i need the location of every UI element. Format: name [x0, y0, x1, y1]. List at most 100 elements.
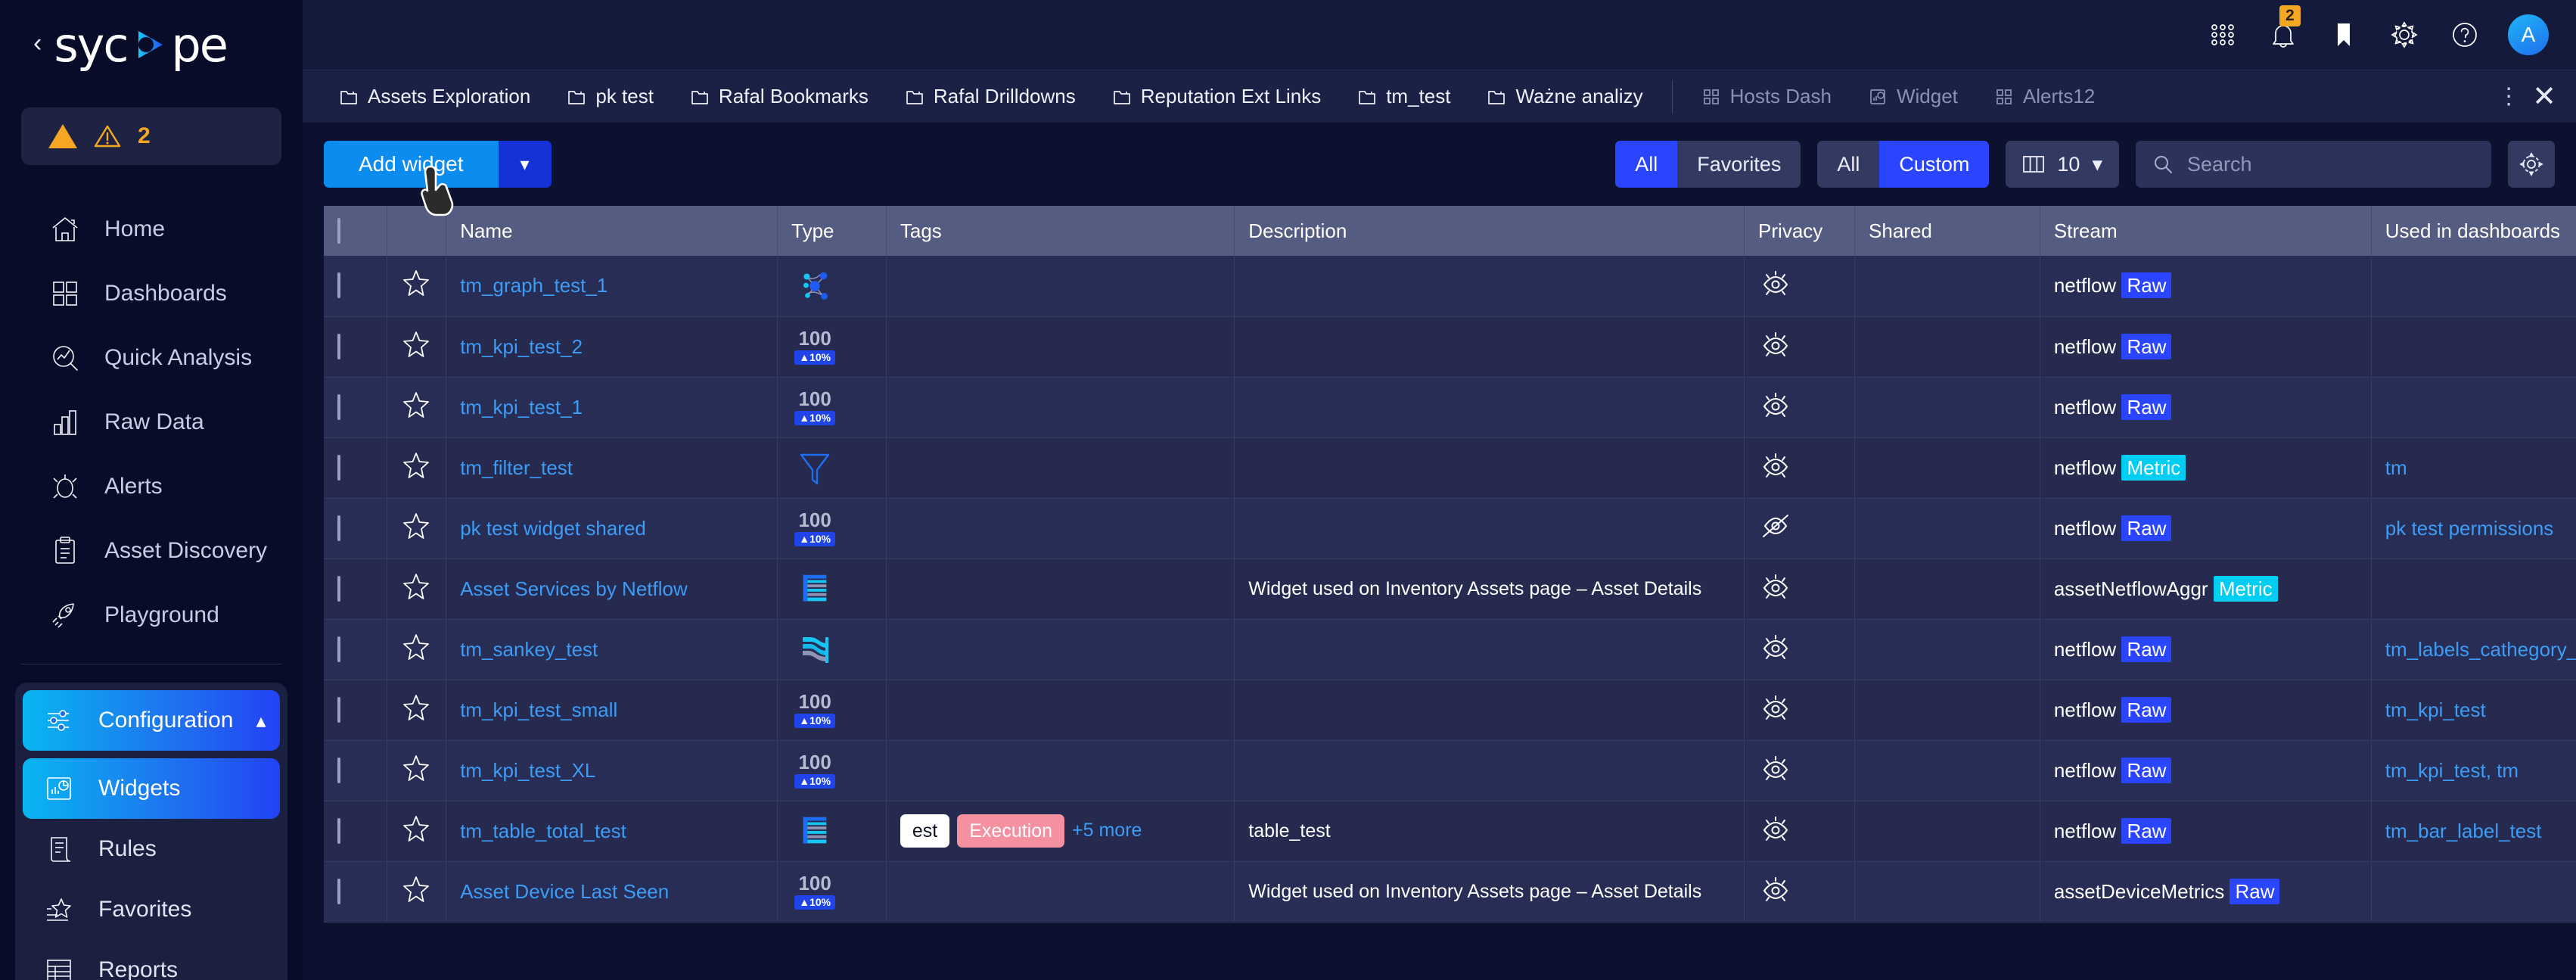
table-row[interactable]: Asset Device Last Seen 100 ▲10% Widget used… — [324, 861, 2576, 922]
table-row[interactable]: tm_kpi_test_1100▲10%netflow Raw⋮ — [324, 377, 2576, 438]
column-header-privacy[interactable]: Privacy — [1744, 206, 1856, 256]
bell-notifications-icon[interactable]: 2 — [2266, 5, 2301, 52]
star-icon[interactable] — [401, 270, 431, 303]
tab-reputation-ext-links[interactable]: Reputation Ext Links — [1094, 70, 1339, 123]
sidebar-item-alerts[interactable]: Alerts — [21, 454, 281, 518]
star-icon[interactable] — [401, 633, 431, 667]
column-header-name[interactable]: Name — [446, 206, 778, 256]
eye-visible-icon[interactable] — [1758, 453, 1793, 485]
eye-visible-icon[interactable] — [1758, 634, 1793, 667]
sidebar-item-configuration[interactable]: Configuration ▴ — [23, 690, 280, 751]
tab-tm-test[interactable]: tm_test — [1339, 70, 1468, 123]
column-header-type[interactable]: Type — [777, 206, 887, 256]
star-icon[interactable] — [401, 573, 431, 606]
widget-name-link[interactable]: tm_graph_test_1 — [460, 274, 607, 297]
table-row[interactable]: Asset Services by Netflow Widget used on … — [324, 558, 2576, 620]
sidebar-item-raw-data[interactable]: Raw Data — [21, 390, 281, 454]
star-icon[interactable] — [401, 512, 431, 546]
row-checkbox-icon[interactable] — [337, 333, 340, 359]
eye-visible-icon[interactable] — [1758, 574, 1793, 606]
sidebar-item-quick-analysis[interactable]: Quick Analysis — [21, 325, 281, 390]
widget-name-link[interactable]: tm_sankey_test — [460, 638, 598, 661]
table-settings-button[interactable] — [2508, 141, 2555, 188]
star-icon[interactable] — [401, 754, 431, 788]
apps-grid-icon[interactable] — [2205, 17, 2240, 52]
eye-visible-icon[interactable] — [1758, 392, 1793, 425]
sidebar-item-asset-discovery[interactable]: Asset Discovery — [21, 518, 281, 583]
add-widget-button[interactable]: Add widget ▾ — [324, 141, 552, 188]
star-icon[interactable] — [401, 694, 431, 727]
dashboard-link[interactable]: tm_labels_cathegory_test — [2385, 638, 2576, 661]
widget-name-link[interactable]: Asset Device Last Seen — [460, 880, 669, 903]
chevron-down-icon[interactable]: ▾ — [2092, 153, 2102, 176]
eye-visible-icon[interactable] — [1758, 876, 1793, 909]
eye-hidden-icon[interactable] — [1758, 514, 1793, 546]
tab-widget[interactable]: Widget — [1850, 70, 1976, 123]
widget-name-link[interactable]: tm_kpi_test_XL — [460, 759, 595, 782]
row-checkbox-icon[interactable] — [337, 454, 340, 481]
sidebar-item-home[interactable]: Home — [21, 197, 281, 261]
eye-visible-icon[interactable] — [1758, 695, 1793, 727]
dashboard-link[interactable]: tm_kpi_test, tm — [2385, 759, 2519, 782]
table-row[interactable]: tm_table_total_test est Execution +5 more ta… — [324, 801, 2576, 862]
column-header-tags[interactable]: Tags — [886, 206, 1235, 256]
widget-name-link[interactable]: tm_kpi_test_small — [460, 698, 617, 721]
add-widget-dropdown-chevron-down-icon[interactable]: ▾ — [498, 141, 552, 188]
row-checkbox-icon[interactable] — [337, 636, 340, 662]
tab-alerts12[interactable]: Alerts12 — [1976, 70, 2113, 123]
tab-rafal-drilldowns[interactable]: Rafal Drilldowns — [887, 70, 1094, 123]
widget-name-link[interactable]: tm_filter_test — [460, 456, 573, 479]
eye-visible-icon[interactable] — [1758, 331, 1793, 364]
sidebar-item-playground[interactable]: Playground — [21, 583, 281, 647]
widget-name-link[interactable]: Asset Services by Netflow — [460, 577, 688, 600]
table-row[interactable]: tm_filter_testnetflow Metrictm⋮ — [324, 437, 2576, 499]
table-row[interactable]: tm_sankey_test netflow Raw tm_labels_cathe… — [324, 619, 2576, 680]
dashboard-link[interactable]: tm_bar_label_test — [2385, 820, 2542, 842]
table-row[interactable]: tm_kpi_test_small 100 ▲10% netflow Raw tm_kp… — [324, 680, 2576, 741]
type-option-custom[interactable]: Custom — [1879, 141, 1990, 188]
tags-more-link[interactable]: +5 more — [1072, 820, 1142, 841]
widget-name-link[interactable]: pk test widget shared — [460, 517, 646, 540]
type-toggle[interactable]: All Custom — [1817, 141, 1990, 188]
eye-visible-icon[interactable] — [1758, 816, 1793, 848]
table-row[interactable]: tm_graph_test_1netflow Raw⋮ — [324, 256, 2576, 317]
sidebar-item-reports[interactable]: Reports — [23, 940, 280, 980]
scope-option-all[interactable]: All — [1615, 141, 1678, 188]
row-checkbox-icon[interactable] — [337, 878, 340, 904]
sidebar-item-rules[interactable]: Rules — [23, 819, 280, 879]
column-header-used-in-dashboards[interactable]: Used in dashboards — [2371, 206, 2576, 256]
tag-chip[interactable]: Execution — [957, 814, 1065, 848]
column-header-stream[interactable]: Stream — [2040, 206, 2372, 256]
tab-assets-exploration[interactable]: Assets Exploration — [321, 70, 548, 123]
close-x-icon[interactable]: ✕ — [2532, 79, 2556, 114]
chevron-up-icon[interactable]: ▴ — [256, 709, 266, 733]
tab-rafal-bookmarks[interactable]: Rafal Bookmarks — [672, 70, 887, 123]
star-icon[interactable] — [401, 391, 431, 425]
page-size-selector[interactable]: 10 ▾ — [2006, 141, 2119, 188]
widget-name-link[interactable]: tm_kpi_test_2 — [460, 335, 583, 358]
avatar[interactable]: A — [2508, 14, 2549, 55]
row-checkbox-icon[interactable] — [337, 575, 340, 602]
widgets-table-container[interactable]: Name Type Tags Description Privacy Share… — [303, 206, 2576, 980]
type-option-all[interactable]: All — [1817, 141, 1879, 188]
brand-logo[interactable]: ‹ syc pe — [0, 0, 303, 89]
bookmark-icon[interactable] — [2326, 17, 2361, 52]
table-row[interactable]: pk test widget shared 100 ▲10% netflow Raw p… — [324, 498, 2576, 559]
tab-pk-test[interactable]: pk test — [548, 70, 672, 123]
dashboard-link[interactable]: tm_kpi_test — [2385, 698, 2486, 721]
column-header-description[interactable]: Description — [1234, 206, 1745, 256]
sidebar-item-dashboards[interactable]: Dashboards — [21, 261, 281, 325]
table-row[interactable]: tm_kpi_test_2100▲10%netflow Raw⋮ — [324, 316, 2576, 378]
collapse-sidebar-chevron-left-icon[interactable]: ‹ — [33, 30, 42, 56]
widget-name-link[interactable]: tm_table_total_test — [460, 820, 626, 842]
eye-visible-icon[interactable] — [1758, 755, 1793, 788]
dashboard-link[interactable]: tm — [2385, 456, 2407, 479]
row-checkbox-icon[interactable] — [337, 696, 340, 723]
column-header-shared[interactable]: Shared — [1854, 206, 2040, 256]
star-icon[interactable] — [401, 815, 431, 848]
dashboard-link[interactable]: pk test permissions — [2385, 517, 2554, 540]
select-all-checkbox-icon[interactable] — [337, 217, 340, 244]
star-icon[interactable] — [401, 331, 431, 364]
help-question-icon[interactable] — [2447, 17, 2482, 52]
star-icon[interactable] — [401, 876, 431, 909]
